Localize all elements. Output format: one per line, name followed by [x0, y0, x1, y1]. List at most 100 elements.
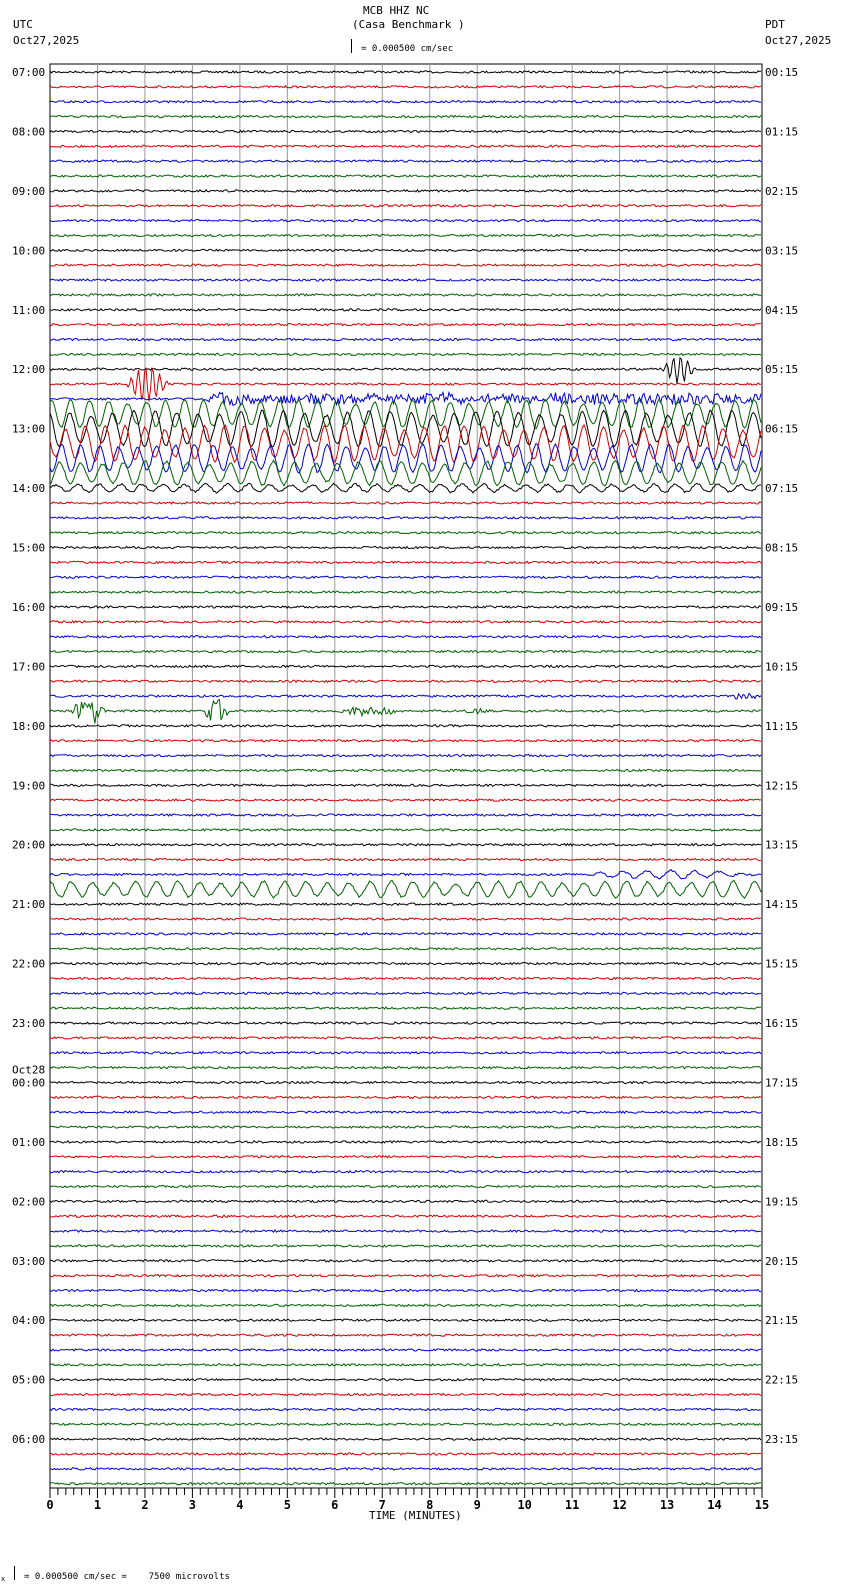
pdt-hour-label: 13:15 — [765, 839, 798, 852]
footer-scale: = 0.000500 cm/sec = 7500 microvolts — [24, 1572, 230, 1582]
seismic-trace — [49, 233, 762, 238]
seismic-trace — [49, 356, 762, 384]
pdt-hour-label: 22:15 — [765, 1374, 798, 1387]
seismic-trace — [49, 1362, 761, 1367]
pdt-hour-label: 19:15 — [765, 1195, 798, 1208]
seismic-trace — [49, 753, 762, 758]
seismic-trace — [49, 129, 762, 134]
utc-hour-label: 22:00 — [12, 958, 45, 971]
utc-hour-label: 20:00 — [12, 839, 45, 852]
utc-hour-label: 02:00 — [12, 1195, 45, 1208]
seismic-trace — [49, 530, 762, 535]
seismic-trace — [49, 1452, 762, 1456]
utc-hour-label: 08:00 — [12, 125, 45, 138]
pdt-hour-label: 02:15 — [765, 185, 798, 198]
utc-hour-label: 06:00 — [12, 1433, 45, 1446]
x-tick-label: 2 — [141, 1498, 148, 1512]
utc-hour-label: 16:00 — [12, 601, 45, 614]
seismic-trace — [49, 352, 762, 357]
pdt-hour-label: 03:15 — [765, 244, 798, 257]
pdt-hour-label: 11:15 — [765, 720, 798, 733]
seismic-trace — [49, 1050, 762, 1055]
pdt-hour-label: 08:15 — [765, 542, 798, 555]
seismic-trace — [49, 619, 762, 624]
pdt-hour-label: 20:15 — [765, 1255, 798, 1268]
seismic-trace — [49, 188, 762, 193]
seismic-trace — [49, 515, 762, 520]
x-tick-label: 11 — [565, 1498, 579, 1512]
footer-scale-bar-icon — [14, 1566, 15, 1580]
pdt-hour-label: 04:15 — [765, 304, 798, 317]
x-tick-label: 1 — [94, 1498, 101, 1512]
seismic-trace — [49, 248, 762, 253]
seismic-trace — [49, 1110, 762, 1115]
x-tick-label: 0 — [46, 1498, 53, 1512]
seismic-trace — [49, 337, 762, 342]
pdt-hour-label: 01:15 — [765, 125, 798, 138]
seismic-trace — [49, 1065, 762, 1070]
pdt-hour-label: 17:15 — [765, 1076, 798, 1089]
seismic-trace — [49, 1095, 762, 1100]
seismic-trace — [49, 679, 762, 684]
pdt-hour-label: 14:15 — [765, 898, 798, 911]
seismic-trace — [49, 1273, 762, 1278]
utc-hour-label: 00:00 — [12, 1076, 45, 1089]
pdt-hour-label: 18:15 — [765, 1136, 798, 1149]
pdt-hour-label: 09:15 — [765, 601, 798, 614]
helicorder: MCB HHZ NC (Casa Benchmark ) UTC Oct27,2… — [0, 0, 850, 1584]
pdt-hour-label: 12:15 — [765, 779, 798, 792]
pdt-hour-label: 05:15 — [765, 363, 798, 376]
x-tick-label: 6 — [331, 1498, 338, 1512]
seismic-trace — [49, 827, 762, 832]
seismic-trace — [49, 768, 762, 773]
footer-marker: x — [1, 1575, 6, 1583]
seismic-trace — [49, 1377, 762, 1382]
x-tick-label: 9 — [474, 1498, 481, 1512]
seismic-trace — [49, 545, 762, 550]
seismic-trace — [49, 114, 762, 119]
x-tick-label: 10 — [517, 1498, 531, 1512]
seismic-trace — [49, 1214, 762, 1219]
utc-hour-label: 15:00 — [12, 542, 45, 555]
seismic-trace — [49, 946, 762, 951]
utc-hour-label: 03:00 — [12, 1255, 45, 1268]
seismic-trace — [49, 1392, 762, 1397]
seismic-trace — [49, 1229, 762, 1234]
seismogram-plot: 0 1 2 3 4 5 6 7 8 9 10 11 12 13 14 1507:0008:0009:0010:… — [12, 63, 798, 1512]
pdt-hour-label: 00:15 — [765, 66, 798, 79]
seismic-trace — [49, 1437, 762, 1441]
seismic-trace — [49, 159, 762, 164]
x-tick-label: 4 — [236, 1498, 243, 1512]
seismic-trace — [49, 1288, 762, 1293]
seismic-trace — [49, 1140, 762, 1144]
x-tick-label: 5 — [284, 1498, 291, 1512]
seismic-trace — [49, 1125, 762, 1129]
seismic-trace — [49, 203, 762, 208]
seismic-trace — [49, 692, 762, 700]
seismic-trace — [49, 1154, 762, 1159]
x-tick-label: 15 — [755, 1498, 769, 1512]
seismic-trace — [49, 1348, 762, 1352]
plot-frame — [49, 63, 763, 1489]
seismic-trace — [49, 991, 762, 996]
seismic-trace — [49, 857, 762, 862]
pdt-hour-label: 23:15 — [765, 1433, 798, 1446]
utc-hour-label: 13:00 — [12, 423, 45, 436]
seismic-trace — [49, 634, 762, 639]
utc-hour-label: 14:00 — [12, 482, 45, 495]
utc-hour-label: 07:00 — [12, 66, 45, 79]
seismic-trace — [50, 575, 762, 580]
seismic-trace — [49, 99, 762, 104]
seismic-trace — [49, 698, 761, 724]
seismic-trace — [49, 723, 762, 728]
date-change-label: Oct28 — [12, 1063, 45, 1076]
seismic-trace — [49, 1318, 762, 1323]
seismic-trace — [49, 842, 762, 847]
seismic-trace — [49, 738, 762, 743]
x-tick-label: 3 — [189, 1498, 196, 1512]
seismic-trace — [49, 1199, 761, 1204]
seismic-trace — [49, 263, 762, 267]
seismic-trace — [49, 1303, 762, 1308]
seismic-trace — [49, 293, 762, 297]
utc-hour-label: 17:00 — [12, 660, 45, 673]
